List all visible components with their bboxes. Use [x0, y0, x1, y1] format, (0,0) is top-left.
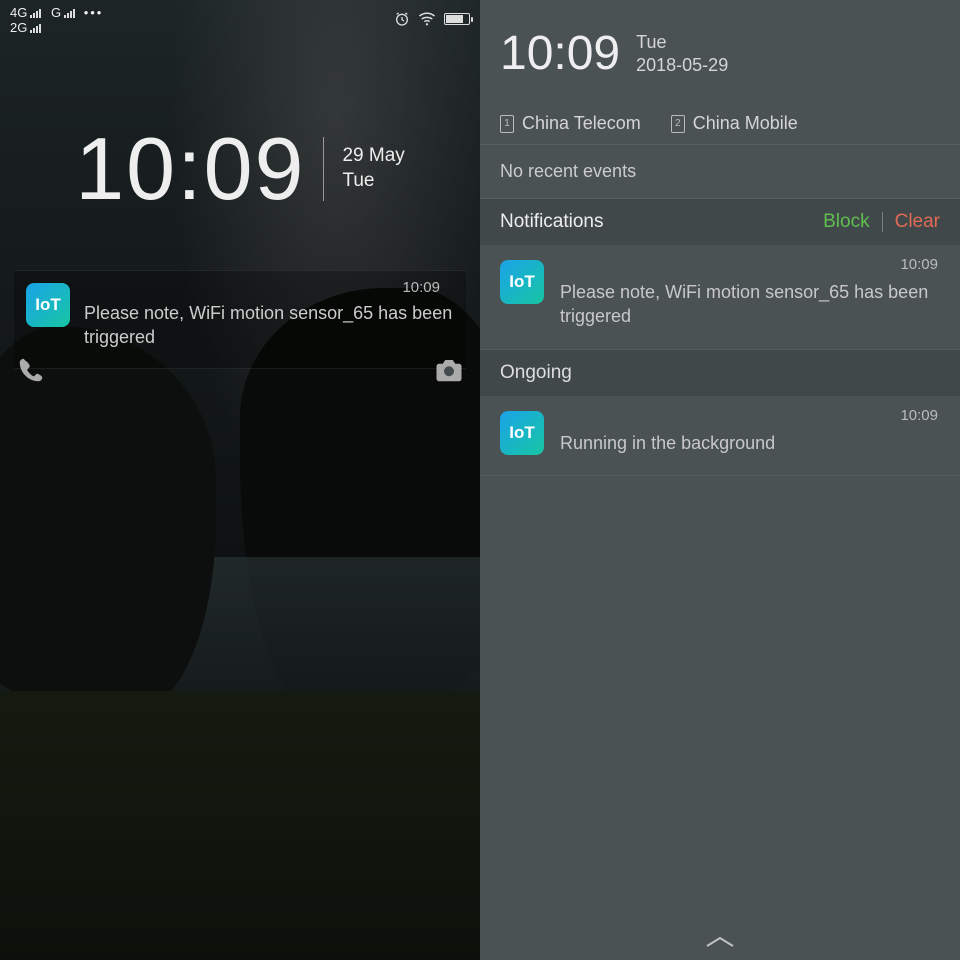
battery-icon	[444, 13, 470, 25]
notification-time: 10:09	[900, 256, 938, 273]
camera-shortcut[interactable]	[434, 355, 464, 390]
signal-bars-icon	[30, 23, 41, 33]
notification-text: Please note, WiFi motion sensor_65 has b…	[84, 283, 454, 350]
phone-shortcut[interactable]	[16, 355, 46, 390]
sim-1[interactable]: 1 China Telecom	[500, 113, 641, 134]
more-icon: •••	[78, 6, 103, 21]
clock-time: 10:09	[75, 118, 305, 220]
network-2-label: 2G	[10, 21, 27, 36]
sim-2-name: China Mobile	[693, 113, 798, 134]
shade-time: 10:09	[500, 26, 620, 81]
camera-icon	[434, 355, 464, 385]
shade-date: 2018-05-29	[636, 54, 728, 77]
app-icon-iot: IoT	[500, 260, 544, 304]
lockscreen: 4G G ••• 2G 10:09 29 May Tue IoT 10:0	[0, 0, 480, 960]
notification-time: 10:09	[900, 407, 938, 424]
notification-time: 10:09	[402, 279, 440, 296]
status-bar: 4G G ••• 2G	[0, 0, 480, 48]
shade-day: Tue	[636, 31, 728, 54]
clear-button[interactable]: Clear	[895, 211, 940, 233]
network-1-label: 4G	[10, 6, 27, 21]
sim-2[interactable]: 2 China Mobile	[671, 113, 798, 134]
shade-drag-handle[interactable]	[480, 934, 960, 950]
sim-card-icon: 1	[500, 115, 514, 133]
notification-text: Please note, WiFi motion sensor_65 has b…	[560, 260, 940, 329]
notification-item[interactable]: IoT 10:09 Please note, WiFi motion senso…	[480, 246, 960, 350]
signal-bars-icon	[30, 8, 41, 18]
carrier-row: 1 China Telecom 2 China Mobile	[480, 99, 960, 145]
clock-date: 29 May	[342, 144, 404, 169]
signal-bars-icon	[64, 8, 75, 18]
ongoing-notification-item[interactable]: IoT 10:09 Running in the background	[480, 397, 960, 476]
ongoing-header: Ongoing	[480, 350, 960, 397]
shade-header: 10:09 Tue 2018-05-29	[480, 0, 960, 99]
app-icon-iot: IoT	[26, 283, 70, 327]
network-g-label: G	[51, 6, 61, 21]
lockscreen-clock: 10:09 29 May Tue	[0, 118, 480, 220]
block-button[interactable]: Block	[823, 211, 869, 233]
alarm-icon	[394, 11, 410, 27]
phone-icon	[16, 355, 46, 385]
notification-shade: 10:09 Tue 2018-05-29 1 China Telecom 2 C…	[480, 0, 960, 960]
sim-card-icon: 2	[671, 115, 685, 133]
no-recent-events: No recent events	[480, 145, 960, 199]
notifications-header: Notifications Block Clear	[480, 199, 960, 246]
chevron-up-icon	[703, 934, 737, 950]
notification-text: Running in the background	[560, 411, 940, 455]
wifi-icon	[418, 10, 436, 28]
app-icon-iot: IoT	[500, 411, 544, 455]
notifications-label: Notifications	[500, 211, 604, 233]
sim-1-name: China Telecom	[522, 113, 641, 134]
clock-day: Tue	[342, 169, 404, 194]
